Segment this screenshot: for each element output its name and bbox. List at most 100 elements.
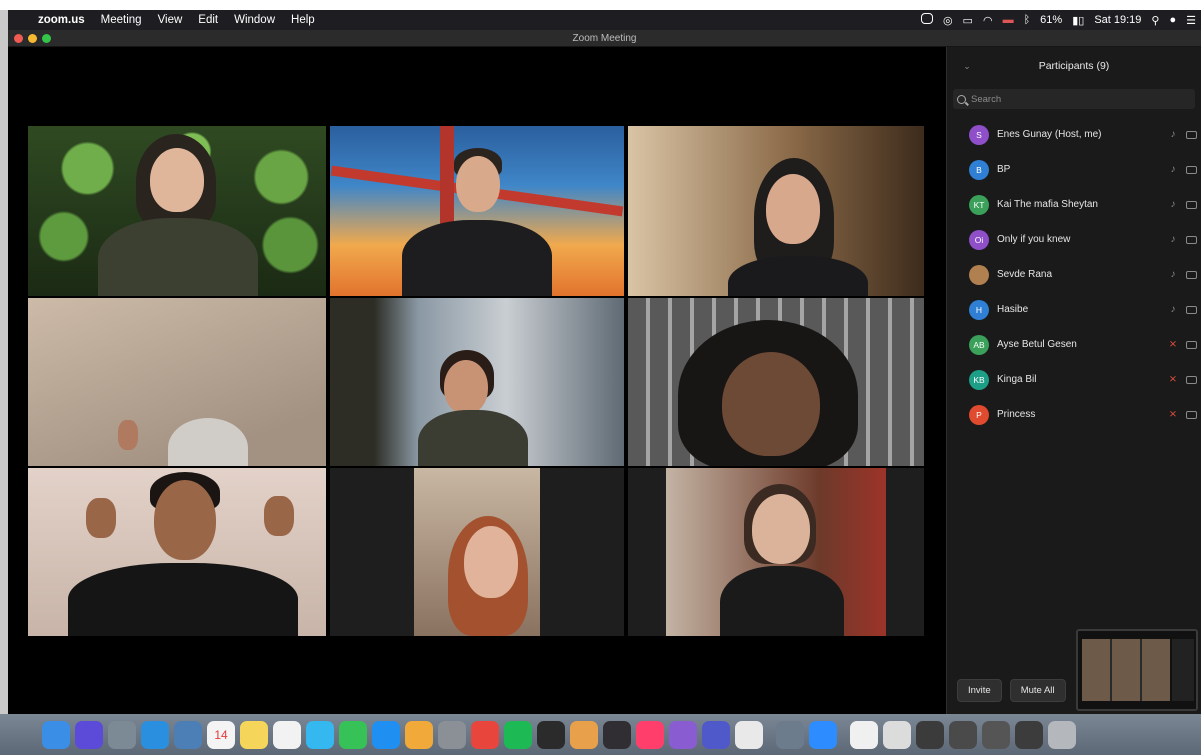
messages-icon[interactable] bbox=[306, 720, 334, 749]
avatar: KB bbox=[969, 369, 989, 390]
teams-icon[interactable] bbox=[702, 720, 730, 749]
user-avatar-icon[interactable]: ● bbox=[1164, 14, 1181, 26]
slack-icon[interactable] bbox=[735, 720, 763, 749]
file-icon[interactable] bbox=[850, 720, 878, 749]
participant-name: Ayse Betul Gesen bbox=[997, 339, 1077, 350]
video-off-icon[interactable] bbox=[1186, 340, 1197, 349]
activity-monitor-icon[interactable] bbox=[537, 720, 565, 749]
participant-row[interactable]: B BP ♪ bbox=[947, 152, 1201, 187]
mic-icon[interactable]: ♪ bbox=[1166, 129, 1180, 140]
invite-button[interactable]: Invite bbox=[957, 678, 1002, 702]
system-preferences-icon[interactable] bbox=[438, 720, 466, 749]
visual-studio-icon[interactable] bbox=[669, 720, 697, 749]
video-tile-1[interactable] bbox=[28, 126, 326, 296]
folder-icon[interactable] bbox=[883, 720, 911, 749]
minimize-window-button[interactable] bbox=[28, 34, 37, 43]
video-off-icon[interactable] bbox=[1186, 235, 1197, 244]
notes-icon[interactable] bbox=[240, 720, 268, 749]
participant-row[interactable]: P Princess ⨯ bbox=[947, 397, 1201, 432]
window-icon-4[interactable] bbox=[1015, 720, 1043, 749]
participant-row[interactable]: KB Kinga Bil ⨯ bbox=[947, 362, 1201, 397]
mic-icon[interactable]: ♪ bbox=[1166, 269, 1180, 280]
finder-icon[interactable] bbox=[42, 720, 70, 749]
safari-icon[interactable] bbox=[141, 720, 169, 749]
video-off-icon[interactable] bbox=[1186, 305, 1197, 314]
airplay-icon[interactable]: ▭ bbox=[958, 14, 978, 27]
zoom-status-icon[interactable] bbox=[916, 13, 938, 27]
participant-row[interactable]: Sevde Rana ♪ bbox=[947, 257, 1201, 292]
mini-window-thumbnail[interactable] bbox=[1076, 629, 1198, 711]
clock[interactable]: Sat 19:19 bbox=[1089, 14, 1146, 26]
launchpad-icon[interactable] bbox=[108, 720, 136, 749]
avatar: P bbox=[969, 404, 989, 425]
search-placeholder: Search bbox=[971, 93, 1002, 105]
mic-icon[interactable]: ♪ bbox=[1166, 234, 1180, 245]
mute-all-button[interactable]: Mute All bbox=[1009, 678, 1066, 702]
video-tile-2[interactable] bbox=[330, 126, 624, 296]
intellij-icon[interactable] bbox=[636, 720, 664, 749]
record-icon[interactable]: ◎ bbox=[938, 14, 958, 27]
obs-icon[interactable] bbox=[603, 720, 631, 749]
menu-help[interactable]: Help bbox=[283, 10, 323, 30]
mic-icon[interactable]: ♪ bbox=[1166, 164, 1180, 175]
video-tile-4[interactable] bbox=[28, 298, 326, 466]
video-off-icon[interactable] bbox=[1186, 200, 1197, 209]
mic-icon[interactable]: ♪ bbox=[1166, 199, 1180, 210]
participant-row[interactable]: S Enes Gunay (Host, me) ♪ bbox=[947, 117, 1201, 152]
video-off-icon[interactable] bbox=[1186, 410, 1197, 419]
video-tile-8[interactable] bbox=[330, 468, 624, 636]
app-store-icon[interactable] bbox=[372, 720, 400, 749]
video-tile-3[interactable] bbox=[628, 126, 924, 296]
app-menu[interactable]: zoom.us bbox=[30, 10, 93, 30]
zoom-icon[interactable] bbox=[809, 720, 837, 749]
mic-muted-icon[interactable]: ⨯ bbox=[1166, 374, 1180, 385]
video-tile-6[interactable] bbox=[628, 298, 924, 466]
fullscreen-window-button[interactable] bbox=[42, 34, 51, 43]
notification-center-icon[interactable]: ☰ bbox=[1181, 14, 1201, 27]
mic-muted-icon[interactable]: ⨯ bbox=[1166, 409, 1180, 420]
photos-icon[interactable] bbox=[405, 720, 433, 749]
spotlight-search-icon[interactable]: ⚲ bbox=[1146, 14, 1164, 27]
facetime-icon[interactable] bbox=[339, 720, 367, 749]
chevron-down-icon[interactable]: ⌄ bbox=[947, 61, 987, 72]
video-off-icon[interactable] bbox=[1186, 270, 1197, 279]
window-icon-2[interactable] bbox=[949, 720, 977, 749]
video-off-icon[interactable] bbox=[1186, 375, 1197, 384]
flag-icon[interactable]: ▬ bbox=[998, 14, 1019, 26]
menu-window[interactable]: Window bbox=[226, 10, 283, 30]
reminders-icon[interactable] bbox=[273, 720, 301, 749]
screenshot-icon[interactable] bbox=[776, 720, 804, 749]
window-icon-3[interactable] bbox=[982, 720, 1010, 749]
calendar-icon[interactable]: 14 bbox=[207, 720, 235, 749]
video-off-icon[interactable] bbox=[1186, 130, 1197, 139]
mic-icon[interactable]: ♪ bbox=[1166, 304, 1180, 315]
participant-row[interactable]: H Hasibe ♪ bbox=[947, 292, 1201, 327]
menu-view[interactable]: View bbox=[150, 10, 191, 30]
participant-name: Kinga Bil bbox=[997, 374, 1037, 385]
video-tile-5[interactable] bbox=[330, 298, 624, 466]
battery-icon[interactable]: ▮▯ bbox=[1067, 14, 1089, 27]
siri-icon[interactable] bbox=[75, 720, 103, 749]
window-icon[interactable] bbox=[916, 720, 944, 749]
participant-row[interactable]: Oi Only if you knew ♪ bbox=[947, 222, 1201, 257]
menu-meeting[interactable]: Meeting bbox=[93, 10, 150, 30]
video-tile-9[interactable] bbox=[628, 468, 924, 636]
gallery-view bbox=[8, 47, 946, 714]
spotify-icon[interactable] bbox=[504, 720, 532, 749]
participant-row[interactable]: KT Kai The mafia Sheytan ♪ bbox=[947, 187, 1201, 222]
participant-search-input[interactable]: Search bbox=[953, 89, 1195, 109]
video-tile-7[interactable] bbox=[28, 468, 326, 636]
chrome-icon[interactable] bbox=[471, 720, 499, 749]
trash-icon[interactable] bbox=[1048, 720, 1076, 749]
wifi-icon[interactable]: ◠ bbox=[978, 14, 998, 27]
menu-edit[interactable]: Edit bbox=[190, 10, 226, 30]
bluetooth-icon[interactable]: ᛒ bbox=[1019, 14, 1036, 26]
close-window-button[interactable] bbox=[14, 34, 23, 43]
participants-title: Participants (9) bbox=[1038, 60, 1110, 72]
video-off-icon[interactable] bbox=[1186, 165, 1197, 174]
mic-muted-icon[interactable]: ⨯ bbox=[1166, 339, 1180, 350]
preview-icon[interactable] bbox=[174, 720, 202, 749]
avatar: Oi bbox=[969, 229, 989, 250]
participant-row[interactable]: AB Ayse Betul Gesen ⨯ bbox=[947, 327, 1201, 362]
books-icon[interactable] bbox=[570, 720, 598, 749]
